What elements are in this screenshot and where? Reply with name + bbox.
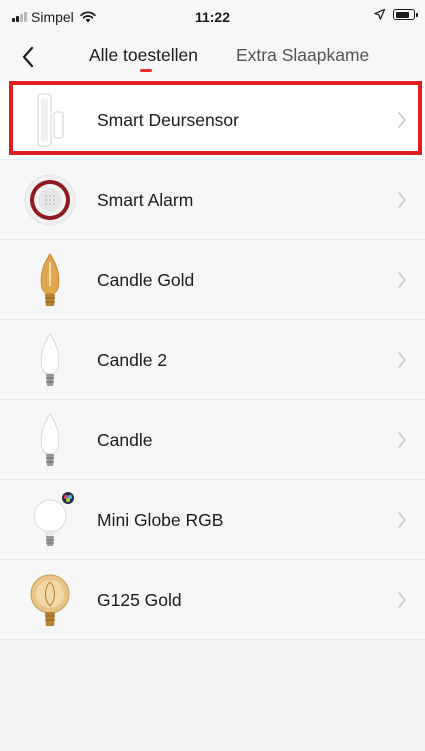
status-bar: Simpel 11:22 [0,0,425,36]
active-tab-indicator [140,69,152,72]
tab-all-devices[interactable]: Alle toestellen [89,45,198,66]
back-chevron-icon[interactable] [18,44,42,70]
device-name: Candle [97,430,153,450]
device-name: Smart Deursensor [97,110,239,130]
chevron-right-icon [398,592,406,608]
clock: 11:22 [194,9,231,25]
device-row-g125-gold[interactable]: G125 Gold [0,560,425,640]
globe-rgb-bulb-icon [33,492,74,546]
door-sensor-icon [37,93,64,147]
candle-bulb-icon [40,333,60,386]
candle-gold-bulb-icon [40,253,60,306]
device-list: Smart Deursensor Smart Alarm Candle Gold [0,80,425,640]
nav-bar: Alle toestellen Extra Slaapkame [0,36,425,80]
device-name: G125 Gold [97,590,182,610]
device-row-mini-globe-rgb[interactable]: Mini Globe RGB [0,480,425,560]
device-row-candle-gold[interactable]: Candle Gold [0,240,425,320]
chevron-right-icon [398,512,406,528]
chevron-right-icon [398,432,406,448]
device-name: Smart Alarm [97,190,194,210]
device-row-candle[interactable]: Candle [0,400,425,480]
battery-icon [393,9,418,20]
device-name: Candle Gold [97,270,195,290]
device-row-smart-alarm[interactable]: Smart Alarm [0,160,425,240]
chevron-right-icon [398,192,406,208]
siren-icon [24,174,76,226]
candle-bulb-icon [40,413,60,466]
device-name: Candle 2 [97,350,168,370]
tab-extra-bedroom[interactable]: Extra Slaapkame [236,45,416,66]
location-arrow-icon [374,9,385,20]
g125-gold-bulb-icon [30,574,70,626]
chevron-right-icon [398,352,406,368]
device-row-candle-2[interactable]: Candle 2 [0,320,425,400]
device-row-smart-deursensor[interactable]: Smart Deursensor [0,80,425,160]
chevron-right-icon [398,272,406,288]
device-name: Mini Globe RGB [97,510,224,530]
chevron-right-icon [398,112,406,128]
